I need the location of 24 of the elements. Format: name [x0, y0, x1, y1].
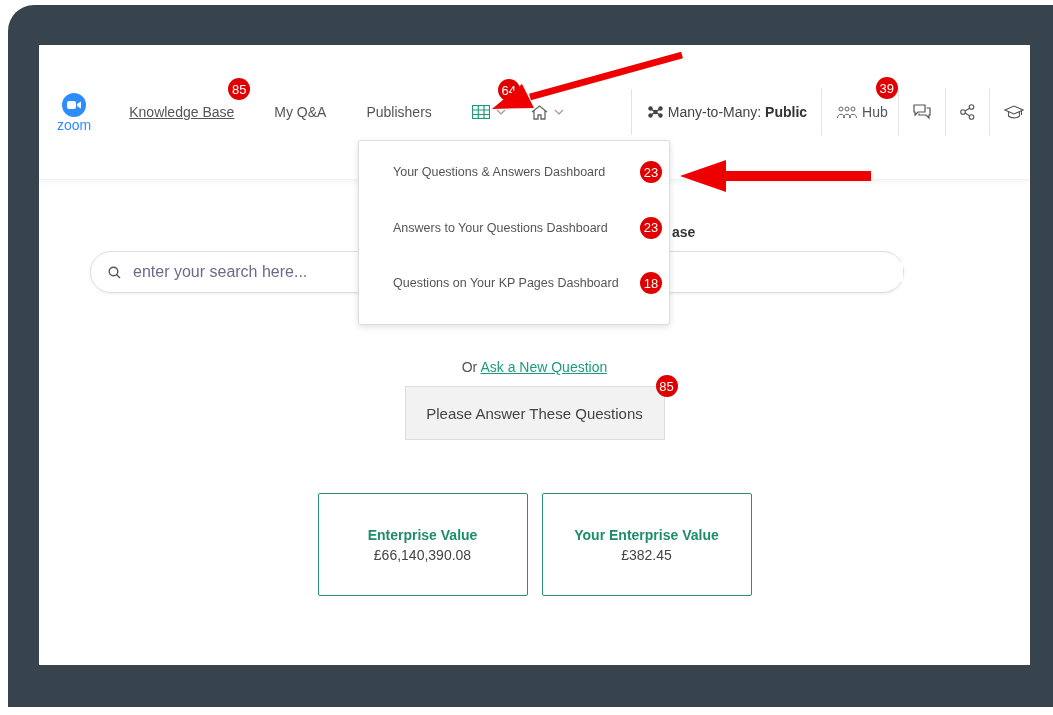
nav-link[interactable]: My Q&A	[274, 104, 327, 120]
nav-link[interactable]: Publishers	[366, 104, 432, 120]
dropdown-item[interactable]: Your Questions & Answers Dashboard 23	[393, 161, 669, 183]
card-value: £66,140,390.08	[373, 546, 472, 563]
dropdown-item[interactable]: Questions on Your KP Pages Dashboard 18	[393, 272, 669, 294]
card-title: Enterprise Value	[367, 526, 478, 543]
count-badge: 85	[655, 375, 678, 397]
mode-label: Many-to-Many: Public	[667, 104, 808, 120]
dropdown-item[interactable]: Answers to Your Questions Dashboard 23	[393, 216, 669, 239]
dropdown-item-label: Questions on Your KP Pages Dashboard	[393, 276, 619, 290]
count-badge: 23	[640, 216, 662, 239]
count-badge: 18	[640, 272, 662, 294]
count-badge: 39	[875, 77, 898, 99]
card-value: £382.45	[621, 546, 672, 563]
count-badge: 85	[228, 78, 251, 100]
page-heading: ase	[672, 224, 696, 240]
card-title: Your Enterprise Value	[574, 526, 719, 543]
dropdown-item-label: Answers to Your Questions Dashboard	[393, 220, 608, 235]
count-badge: 23	[640, 161, 662, 183]
dropdown-item-label: Your Questions & Answers Dashboard	[393, 165, 606, 179]
mode-selector[interactable]: Many-to-Many: Public	[631, 104, 822, 120]
ask-question-text: Or Ask a New Question	[461, 359, 608, 375]
ask-question-link[interactable]: Ask a New Question	[480, 359, 608, 375]
logo-text: zoom	[57, 117, 92, 132]
